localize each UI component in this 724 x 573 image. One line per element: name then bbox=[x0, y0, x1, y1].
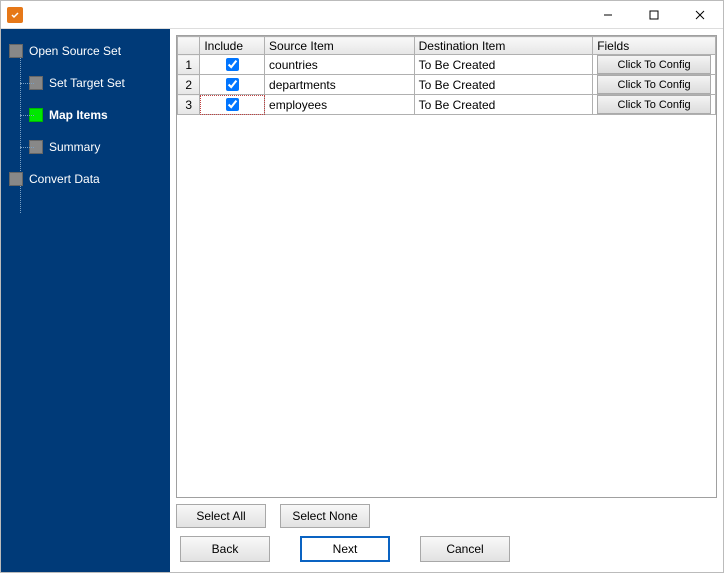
minimize-button[interactable] bbox=[585, 1, 631, 29]
select-none-button[interactable]: Select None bbox=[280, 504, 370, 528]
table-row[interactable]: 2 departments To Be Created Click To Con… bbox=[178, 75, 716, 95]
maximize-button[interactable] bbox=[631, 1, 677, 29]
table-row[interactable]: 1 countries To Be Created Click To Confi… bbox=[178, 55, 716, 75]
row-number: 1 bbox=[178, 55, 200, 75]
back-button[interactable]: Back bbox=[180, 536, 270, 562]
maximize-icon bbox=[649, 10, 659, 20]
source-item-cell[interactable]: employees bbox=[265, 95, 415, 115]
step-box-icon bbox=[9, 44, 23, 58]
step-box-icon bbox=[9, 172, 23, 186]
col-header-source[interactable]: Source Item bbox=[265, 37, 415, 55]
minimize-icon bbox=[603, 10, 613, 20]
selection-buttons: Select All Select None bbox=[176, 504, 717, 528]
items-grid-container: Include Source Item Destination Item Fie… bbox=[176, 35, 717, 498]
titlebar bbox=[1, 1, 723, 29]
dest-item-cell[interactable]: To Be Created bbox=[414, 75, 593, 95]
include-checkbox[interactable] bbox=[226, 98, 239, 111]
source-item-cell[interactable]: countries bbox=[265, 55, 415, 75]
row-number: 2 bbox=[178, 75, 200, 95]
config-fields-button[interactable]: Click To Config bbox=[597, 55, 711, 74]
sidebar-item-summary[interactable]: Summary bbox=[9, 135, 170, 159]
sidebar-item-label: Set Target Set bbox=[49, 76, 125, 90]
config-fields-button[interactable]: Click To Config bbox=[597, 95, 711, 114]
dest-item-cell[interactable]: To Be Created bbox=[414, 95, 593, 115]
config-fields-button[interactable]: Click To Config bbox=[597, 75, 711, 94]
cancel-button[interactable]: Cancel bbox=[420, 536, 510, 562]
sidebar-item-map-items[interactable]: Map Items bbox=[9, 103, 170, 127]
window-controls bbox=[585, 1, 723, 29]
sidebar-item-label: Open Source Set bbox=[29, 44, 121, 58]
col-header-include[interactable]: Include bbox=[200, 37, 265, 55]
sidebar-item-open-source-set[interactable]: Open Source Set bbox=[9, 39, 170, 63]
select-all-button[interactable]: Select All bbox=[176, 504, 266, 528]
items-grid: Include Source Item Destination Item Fie… bbox=[177, 36, 716, 115]
wizard-nav-buttons: Back Next Cancel bbox=[176, 536, 717, 562]
sidebar-item-set-target-set[interactable]: Set Target Set bbox=[9, 71, 170, 95]
col-header-fields[interactable]: Fields bbox=[593, 37, 716, 55]
sidebar-item-label: Convert Data bbox=[29, 172, 100, 186]
col-header-dest[interactable]: Destination Item bbox=[414, 37, 593, 55]
main-panel: Include Source Item Destination Item Fie… bbox=[170, 29, 723, 572]
source-item-cell[interactable]: departments bbox=[265, 75, 415, 95]
next-button[interactable]: Next bbox=[300, 536, 390, 562]
close-button[interactable] bbox=[677, 1, 723, 29]
include-checkbox[interactable] bbox=[226, 58, 239, 71]
grid-corner bbox=[178, 37, 200, 55]
row-number: 3 bbox=[178, 95, 200, 115]
wizard-sidebar: Open Source Set Set Target Set Map Items… bbox=[1, 29, 170, 572]
dest-item-cell[interactable]: To Be Created bbox=[414, 55, 593, 75]
app-icon bbox=[7, 7, 23, 23]
table-row[interactable]: 3 employees To Be Created Click To Confi… bbox=[178, 95, 716, 115]
sidebar-item-label: Map Items bbox=[49, 108, 108, 122]
app-window: Open Source Set Set Target Set Map Items… bbox=[0, 0, 724, 573]
include-checkbox[interactable] bbox=[226, 78, 239, 91]
close-icon bbox=[695, 10, 705, 20]
body: Open Source Set Set Target Set Map Items… bbox=[1, 29, 723, 572]
sidebar-item-convert-data[interactable]: Convert Data bbox=[9, 167, 170, 191]
sidebar-item-label: Summary bbox=[49, 140, 100, 154]
